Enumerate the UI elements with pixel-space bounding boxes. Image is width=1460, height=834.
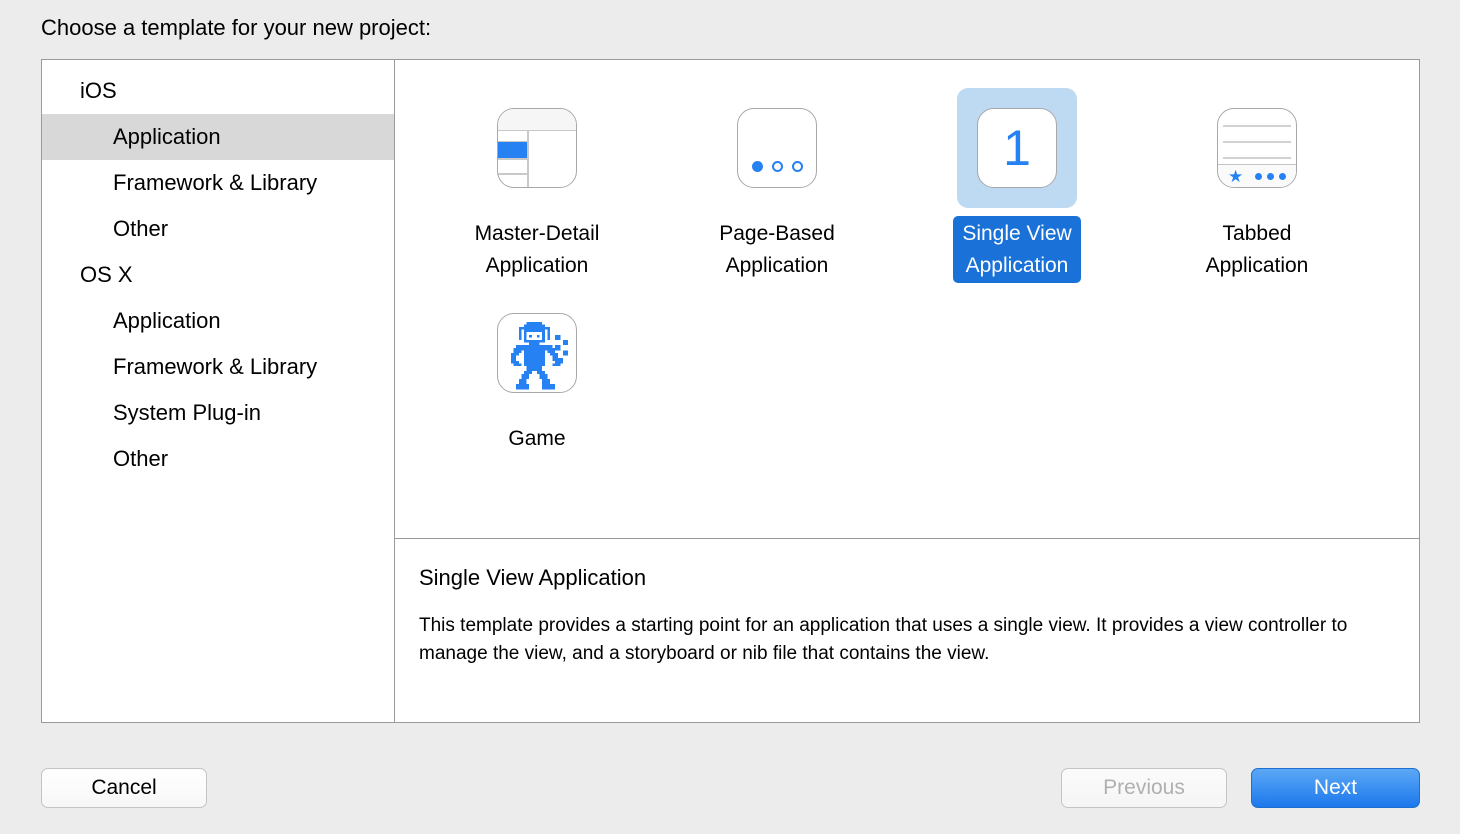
template-row-2: Game <box>395 283 1419 457</box>
page-dot <box>791 161 803 172</box>
template-label: Single View Application <box>953 216 1081 283</box>
template-grid: Master-Detail Application Page-Based App… <box>395 60 1419 538</box>
sidebar-item-osx-other[interactable]: Other <box>42 436 394 482</box>
sidebar-item-label: OS X <box>80 262 133 287</box>
page-title: Choose a template for your new project: <box>41 15 432 40</box>
single-view-number: 1 <box>1003 120 1031 176</box>
template-panel: iOS Application Framework & Library Othe… <box>41 59 1420 723</box>
template-label: Tabbed Application <box>1205 222 1309 277</box>
template-icon-wrap: ★ <box>1197 88 1317 208</box>
tabbed-tabbar: ★ <box>1218 164 1296 187</box>
page-control-dots <box>738 161 816 172</box>
template-item-tabbed[interactable]: ★ Tabbed Application <box>1137 78 1377 283</box>
sidebar-item-label: Framework & Library <box>113 354 318 379</box>
sidebar-item-osx[interactable]: OS X <box>42 252 394 298</box>
previous-button[interactable]: Previous <box>1061 768 1227 808</box>
template-label: Page-Based Application <box>719 222 835 277</box>
template-row-1: Master-Detail Application Page-Based App… <box>395 78 1419 283</box>
next-button[interactable]: Next <box>1251 768 1420 808</box>
sidebar-item-label: Application <box>113 308 221 333</box>
sidebar-item-label: Application <box>113 124 221 149</box>
single-view-icon: 1 <box>977 108 1057 188</box>
tabbed-content-line <box>1223 141 1291 143</box>
master-detail-icon <box>497 108 577 188</box>
sidebar-item-label: Framework & Library <box>113 170 318 195</box>
template-description-panel: Single View Application This template pr… <box>395 538 1419 722</box>
page-based-icon <box>737 108 817 188</box>
template-icon-wrap <box>477 88 597 208</box>
sidebar-item-ios-application[interactable]: Application <box>42 114 394 160</box>
master-detail-divider <box>527 131 529 187</box>
master-detail-titlebar <box>498 109 576 131</box>
master-detail-row-line <box>498 158 527 160</box>
template-label: Game <box>508 427 566 450</box>
sidebar-item-label: iOS <box>80 78 117 103</box>
description-title: Single View Application <box>419 565 647 590</box>
sidebar-item-label: System Plug-in <box>113 400 261 425</box>
more-icon <box>1255 172 1287 180</box>
game-robot-icon <box>497 313 577 393</box>
template-item-game[interactable]: Game <box>417 283 657 457</box>
template-icon-wrap-selected: 1 <box>957 88 1077 208</box>
tabbed-content-line <box>1223 125 1291 127</box>
template-item-master-detail[interactable]: Master-Detail Application <box>417 78 657 283</box>
new-project-template-dialog: Choose a template for your new project: … <box>0 0 1460 834</box>
template-icon-wrap <box>477 293 597 413</box>
sidebar-item-osx-framework-library[interactable]: Framework & Library <box>42 344 394 390</box>
master-detail-row-line <box>498 173 527 175</box>
page-dot-active <box>751 161 763 172</box>
sidebar-item-label: Other <box>113 446 169 471</box>
robot-sprite <box>510 321 569 390</box>
template-browser: Master-Detail Application Page-Based App… <box>395 60 1419 722</box>
page-dot <box>771 161 783 172</box>
star-icon: ★ <box>1228 166 1244 186</box>
template-label: Master-Detail Application <box>474 222 600 277</box>
sidebar-item-ios[interactable]: iOS <box>42 68 394 114</box>
master-detail-selected-row <box>498 142 527 158</box>
tabbed-icon: ★ <box>1217 108 1297 188</box>
template-icon-wrap <box>717 88 837 208</box>
sidebar-item-osx-application[interactable]: Application <box>42 298 394 344</box>
cancel-button[interactable]: Cancel <box>41 768 207 808</box>
platform-category-sidebar[interactable]: iOS Application Framework & Library Othe… <box>42 60 395 722</box>
template-item-single-view[interactable]: 1 Single View Application <box>897 78 1137 283</box>
tabbed-content-line <box>1223 157 1291 159</box>
sidebar-item-label: Other <box>113 216 169 241</box>
template-item-page-based[interactable]: Page-Based Application <box>657 78 897 283</box>
sidebar-item-ios-framework-library[interactable]: Framework & Library <box>42 160 394 206</box>
description-body: This template provides a starting point … <box>419 615 1348 664</box>
sidebar-item-ios-other[interactable]: Other <box>42 206 394 252</box>
sidebar-item-osx-system-plugin[interactable]: System Plug-in <box>42 390 394 436</box>
